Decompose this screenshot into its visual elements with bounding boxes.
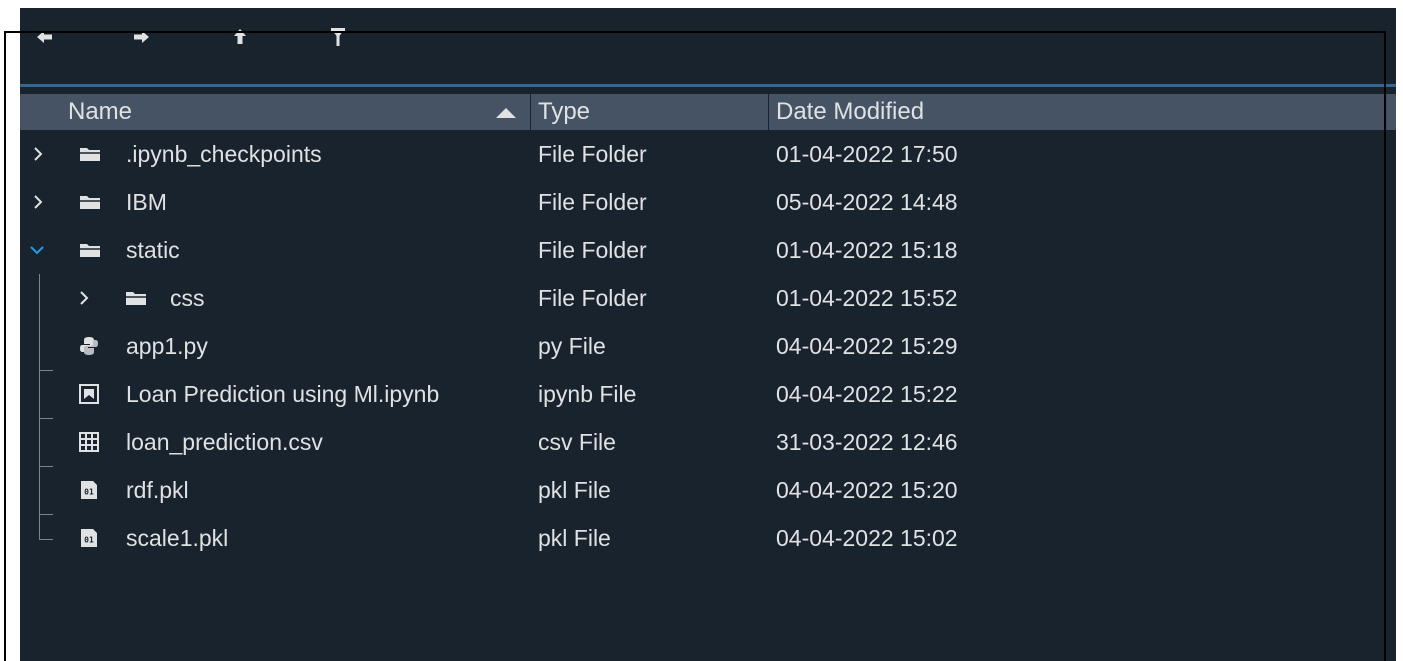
filter-icon[interactable] (323, 22, 353, 52)
notebook-file-icon (78, 383, 100, 405)
file-type: ipynb File (538, 380, 637, 407)
svg-text:01: 01 (84, 488, 94, 497)
border-line-right (1384, 31, 1386, 661)
column-header: Name Type Date Modified (20, 94, 1396, 130)
folder-icon (78, 240, 102, 260)
chevron-right-icon[interactable] (30, 194, 46, 210)
name-header-label: Name (68, 98, 133, 125)
chevron-right-icon[interactable] (76, 290, 92, 306)
toolbar-separator (20, 84, 1396, 87)
type-header-label: Type (538, 98, 591, 125)
file-date: 04-04-2022 15:29 (776, 332, 958, 359)
file-date: 01-04-2022 17:50 (776, 140, 958, 167)
file-type: py File (538, 332, 606, 359)
file-date: 01-04-2022 15:52 (776, 284, 958, 311)
file-name: scale1.pkl (126, 524, 229, 551)
file-date: 31-03-2022 12:46 (776, 428, 958, 455)
svg-text:01: 01 (84, 536, 94, 545)
file-explorer-pane: Name Type Date Modified .ipynb_checkpoin… (20, 8, 1396, 661)
file-type: pkl File (538, 524, 611, 551)
name-column-header[interactable]: Name (68, 94, 528, 130)
column-divider[interactable] (530, 94, 531, 130)
file-type: File Folder (538, 188, 647, 215)
tree-row[interactable]: static File Folder 01-04-2022 15:18 (20, 226, 1396, 274)
file-date: 04-04-2022 15:02 (776, 524, 958, 551)
folder-icon (78, 192, 102, 212)
file-date: 01-04-2022 15:18 (776, 236, 958, 263)
file-name: app1.py (126, 332, 208, 359)
sort-ascending-icon (496, 108, 516, 118)
border-line-top (4, 31, 1386, 33)
file-type: csv File (538, 428, 616, 455)
chevron-down-icon[interactable] (28, 242, 46, 258)
date-column-header[interactable]: Date Modified (776, 94, 1376, 130)
file-date: 04-04-2022 15:22 (776, 380, 958, 407)
tree-row[interactable]: 01 scale1.pkl pkl File 04-04-2022 15:02 (20, 514, 1396, 562)
file-name: .ipynb_checkpoints (126, 140, 322, 167)
file-type: pkl File (538, 476, 611, 503)
toolbar (20, 8, 1396, 84)
tree-row[interactable]: css File Folder 01-04-2022 15:52 (20, 274, 1396, 322)
folder-icon (78, 144, 102, 164)
python-file-icon (78, 335, 100, 357)
tree-row[interactable]: Loan Prediction using Ml.ipynb ipynb Fil… (20, 370, 1396, 418)
file-type: File Folder (538, 236, 647, 263)
forward-arrow-icon[interactable] (126, 22, 156, 52)
file-name: Loan Prediction using Ml.ipynb (126, 380, 440, 407)
binary-file-icon: 01 (78, 527, 100, 549)
tree-row[interactable]: loan_prediction.csv csv File 31-03-2022 … (20, 418, 1396, 466)
up-arrow-icon[interactable] (225, 22, 255, 52)
file-type: File Folder (538, 284, 647, 311)
file-name: rdf.pkl (126, 476, 189, 503)
file-name: css (170, 284, 205, 311)
border-line-left (4, 31, 6, 661)
file-name: loan_prediction.csv (126, 428, 323, 455)
tree-row[interactable]: .ipynb_checkpoints File Folder 01-04-202… (20, 130, 1396, 178)
file-tree: .ipynb_checkpoints File Folder 01-04-202… (20, 130, 1396, 562)
folder-icon (124, 288, 148, 308)
back-arrow-icon[interactable] (30, 22, 60, 52)
tree-row[interactable]: 01 rdf.pkl pkl File 04-04-2022 15:20 (20, 466, 1396, 514)
tree-row[interactable]: IBM File Folder 05-04-2022 14:48 (20, 178, 1396, 226)
date-header-label: Date Modified (776, 98, 925, 125)
column-divider[interactable] (768, 94, 769, 130)
screenshot-frame: Name Type Date Modified .ipynb_checkpoin… (0, 0, 1403, 661)
binary-file-icon: 01 (78, 479, 100, 501)
file-date: 05-04-2022 14:48 (776, 188, 958, 215)
file-name: static (126, 236, 180, 263)
csv-file-icon (78, 431, 100, 453)
file-type: File Folder (538, 140, 647, 167)
file-date: 04-04-2022 15:20 (776, 476, 958, 503)
chevron-right-icon[interactable] (30, 146, 46, 162)
type-column-header[interactable]: Type (538, 94, 768, 130)
file-name: IBM (126, 188, 167, 215)
tree-row[interactable]: app1.py py File 04-04-2022 15:29 (20, 322, 1396, 370)
